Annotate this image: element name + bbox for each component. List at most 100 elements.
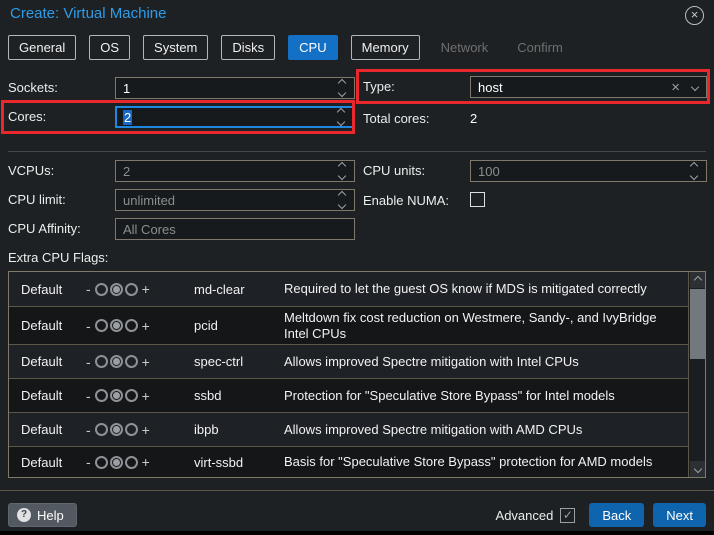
next-button[interactable]: Next: [653, 503, 706, 527]
cpu-affinity-input[interactable]: All Cores: [115, 218, 355, 240]
flag-tristate-slider[interactable]: - +: [84, 388, 180, 404]
flag-row-virt-ssbd[interactable]: Default - + virt-ssbd Basis for "Specula…: [9, 447, 705, 478]
spinner-arrows-icon: [334, 163, 350, 179]
slider-off-dot[interactable]: [95, 423, 108, 436]
type-label: Type:: [363, 76, 395, 98]
scrollbar-thumb[interactable]: [690, 289, 705, 359]
spinner-arrows-icon: [686, 163, 702, 179]
flag-row-ibpb[interactable]: Default - + ibpb Allows improved Spectre…: [9, 413, 705, 447]
table-scrollbar[interactable]: [688, 272, 705, 477]
slider-on-dot[interactable]: [125, 456, 138, 469]
flag-tristate-slider[interactable]: - +: [84, 354, 180, 370]
slider-off-dot[interactable]: [95, 319, 108, 332]
slider-on-dot[interactable]: [125, 389, 138, 402]
flag-name: md-clear: [180, 282, 280, 297]
cpu-limit-label: CPU limit:: [8, 189, 66, 211]
minus-icon[interactable]: -: [84, 422, 93, 438]
total-cores-label: Total cores:: [363, 108, 429, 130]
flag-description: Basis for "Speculative Store Bypass" pro…: [280, 454, 705, 470]
tab-general[interactable]: General: [8, 35, 76, 60]
slider-default-dot[interactable]: [110, 283, 123, 296]
slider-off-dot[interactable]: [95, 389, 108, 402]
spinner-arrows-icon[interactable]: [333, 109, 349, 125]
vcpus-spinner: 2: [115, 160, 355, 182]
create-vm-dialog: Create: Virtual Machine × General OS Sys…: [0, 0, 714, 531]
slider-default-dot[interactable]: [110, 355, 123, 368]
flag-name: ssbd: [180, 388, 280, 403]
plus-icon[interactable]: +: [140, 388, 152, 404]
flag-tristate-slider[interactable]: - +: [84, 318, 180, 334]
cpu-units-label: CPU units:: [363, 160, 425, 182]
minus-icon[interactable]: -: [84, 281, 93, 297]
slider-on-dot[interactable]: [125, 319, 138, 332]
flag-tristate-slider[interactable]: - +: [84, 454, 180, 470]
slider-on-dot[interactable]: [125, 283, 138, 296]
flag-row-spec-ctrl[interactable]: Default - + spec-ctrl Allows improved Sp…: [9, 345, 705, 379]
type-combobox[interactable]: host ×: [470, 76, 707, 98]
plus-icon[interactable]: +: [140, 281, 152, 297]
plus-icon[interactable]: +: [140, 318, 152, 334]
tab-disks[interactable]: Disks: [221, 35, 275, 60]
cpu-limit-spinner: unlimited: [115, 189, 355, 211]
cpu-affinity-placeholder: All Cores: [123, 222, 176, 237]
footer-actions: Advanced ✓ Back Next: [496, 503, 706, 527]
flag-tristate-slider[interactable]: - +: [84, 422, 180, 438]
flag-row-pcid[interactable]: Default - + pcid Meltdown fix cost reduc…: [9, 307, 705, 345]
plus-icon[interactable]: +: [140, 354, 152, 370]
flag-row-md-clear[interactable]: Default - + md-clear Required to let the…: [9, 272, 705, 307]
slider-default-dot[interactable]: [110, 389, 123, 402]
cpu-units-spinner: 100: [470, 160, 707, 182]
back-button[interactable]: Back: [589, 503, 644, 527]
scroll-down-icon[interactable]: [690, 461, 705, 477]
minus-icon[interactable]: -: [84, 388, 93, 404]
dialog-title: Create: Virtual Machine: [10, 5, 166, 22]
slider-off-dot[interactable]: [95, 283, 108, 296]
minus-icon[interactable]: -: [84, 454, 93, 470]
wizard-tabbar: General OS System Disks CPU Memory Netwo…: [8, 35, 584, 60]
slider-on-dot[interactable]: [125, 423, 138, 436]
cpu-units-value: 100: [478, 164, 500, 179]
sockets-spinner[interactable]: 1: [115, 77, 355, 99]
tab-system[interactable]: System: [143, 35, 208, 60]
type-value: host: [478, 80, 503, 95]
flag-default-label: Default: [9, 388, 84, 403]
flag-tristate-slider[interactable]: - +: [84, 281, 180, 297]
tab-os[interactable]: OS: [89, 35, 130, 60]
minus-icon[interactable]: -: [84, 318, 93, 334]
slider-off-dot[interactable]: [95, 355, 108, 368]
slider-on-dot[interactable]: [125, 355, 138, 368]
plus-icon[interactable]: +: [140, 454, 152, 470]
tab-memory[interactable]: Memory: [351, 35, 420, 60]
advanced-checkbox[interactable]: ✓: [560, 508, 575, 523]
chevron-down-icon[interactable]: [691, 83, 699, 91]
slider-default-dot[interactable]: [110, 423, 123, 436]
footer-divider: [0, 490, 714, 491]
close-icon[interactable]: ×: [685, 6, 704, 25]
minus-icon[interactable]: -: [84, 354, 93, 370]
scroll-up-icon[interactable]: [690, 272, 705, 288]
cpu-limit-value: unlimited: [123, 193, 175, 208]
flag-default-label: Default: [9, 354, 84, 369]
flag-default-label: Default: [9, 422, 84, 437]
enable-numa-checkbox[interactable]: [470, 192, 485, 207]
tab-cpu[interactable]: CPU: [288, 35, 337, 60]
spinner-arrows-icon[interactable]: [334, 80, 350, 96]
flag-default-label: Default: [9, 318, 84, 333]
total-cores-value: 2: [470, 108, 477, 130]
cores-label: Cores:: [8, 106, 46, 128]
flag-name: pcid: [180, 318, 280, 333]
slider-off-dot[interactable]: [95, 456, 108, 469]
flag-name: ibpb: [180, 422, 280, 437]
help-button-label: Help: [37, 508, 64, 523]
slider-default-dot[interactable]: [110, 456, 123, 469]
flag-default-label: Default: [9, 455, 84, 470]
cores-spinner[interactable]: 2: [115, 106, 355, 128]
clear-icon[interactable]: ×: [671, 80, 680, 95]
tab-network: Network: [433, 36, 497, 59]
flag-row-ssbd[interactable]: Default - + ssbd Protection for "Specula…: [9, 379, 705, 413]
plus-icon[interactable]: +: [140, 422, 152, 438]
vcpus-label: VCPUs:: [8, 160, 54, 182]
flag-description: Required to let the guest OS know if MDS…: [280, 281, 705, 297]
slider-default-dot[interactable]: [110, 319, 123, 332]
help-button[interactable]: ? Help: [8, 503, 77, 527]
